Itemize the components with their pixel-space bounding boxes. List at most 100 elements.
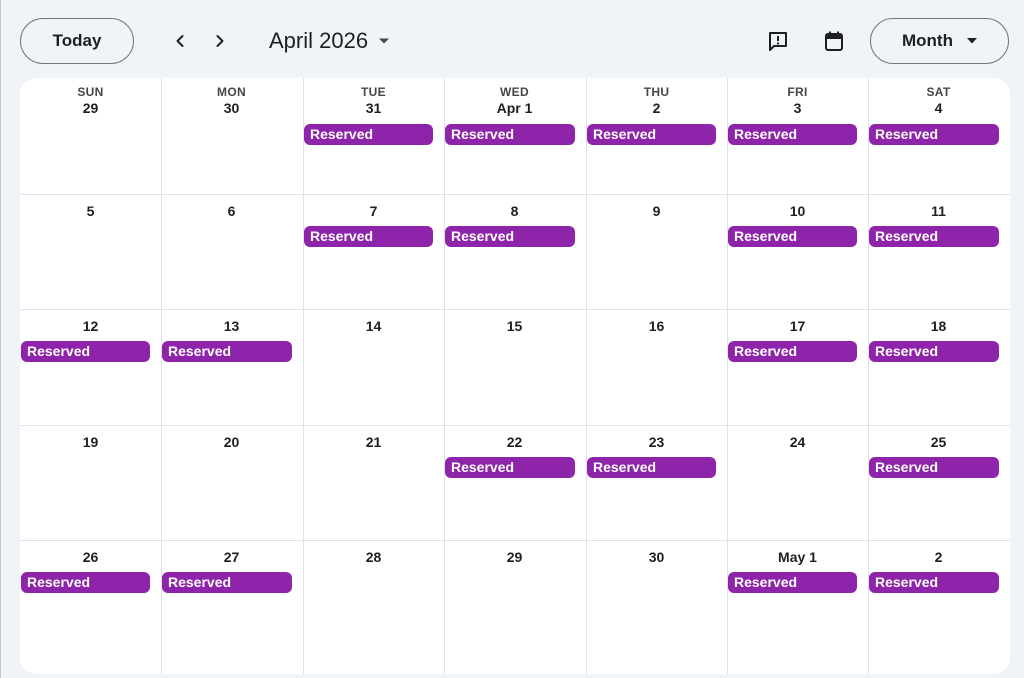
calendar-app: Today April 2026 Month SUN 29 MON 30 TUE… xyxy=(0,0,1024,678)
event-chip[interactable]: Reserved xyxy=(304,124,433,145)
day-cell-header: 30 xyxy=(586,548,727,566)
view-selector-button[interactable]: Month xyxy=(870,18,1009,64)
day-number[interactable]: 27 xyxy=(161,548,302,566)
day-cell-header: 12 xyxy=(20,317,161,335)
event-chip[interactable]: Reserved xyxy=(445,124,575,145)
event-chip[interactable]: Reserved xyxy=(728,124,857,145)
view-selector-label: Month xyxy=(902,31,953,50)
event-chip[interactable]: Reserved xyxy=(445,457,575,478)
day-number[interactable]: 11 xyxy=(868,202,1009,220)
day-number[interactable]: 21 xyxy=(303,433,444,451)
day-cell-header: 28 xyxy=(303,548,444,566)
day-number[interactable]: 17 xyxy=(727,317,868,335)
day-cell-header: 15 xyxy=(444,317,585,335)
event-chip[interactable]: Reserved xyxy=(728,341,857,362)
day-cell-header: 2 xyxy=(868,548,1009,566)
day-number[interactable]: 15 xyxy=(444,317,585,335)
calendar-icon[interactable] xyxy=(817,24,851,58)
day-number[interactable]: 30 xyxy=(161,99,302,117)
day-number[interactable]: 12 xyxy=(20,317,161,335)
day-number[interactable]: 4 xyxy=(868,99,1009,117)
weekday-label: THU xyxy=(643,85,670,99)
day-cell-header: 18 xyxy=(868,317,1009,335)
day-cell-header: 14 xyxy=(303,317,444,335)
chevron-left-icon[interactable] xyxy=(163,24,197,58)
day-number[interactable]: 2 xyxy=(868,548,1009,566)
day-number[interactable]: 24 xyxy=(727,433,868,451)
month-grid: SUN 29 MON 30 TUE 31 Reserved WED Apr 1 Reserved T… xyxy=(20,78,1010,674)
event-chip[interactable]: Reserved xyxy=(445,226,575,247)
day-number[interactable]: 28 xyxy=(303,548,444,566)
grid-column-divider xyxy=(444,78,445,674)
event-chip[interactable]: Reserved xyxy=(869,572,999,593)
day-number[interactable]: 31 xyxy=(303,99,444,117)
day-number[interactable]: 30 xyxy=(586,548,727,566)
day-number[interactable]: 22 xyxy=(444,433,585,451)
event-chip[interactable]: Reserved xyxy=(162,572,292,593)
event-chip[interactable]: Reserved xyxy=(587,457,716,478)
day-cell-header: 24 xyxy=(727,433,868,451)
day-cell-header: 22 xyxy=(444,433,585,451)
day-cell-header: FRI 3 xyxy=(727,85,868,117)
event-chip[interactable]: Reserved xyxy=(869,226,999,247)
day-cell-header: 21 xyxy=(303,433,444,451)
day-cell-header: MON 30 xyxy=(161,85,302,117)
day-cell-header: 13 xyxy=(161,317,302,335)
day-number[interactable]: 8 xyxy=(444,202,585,220)
day-number[interactable]: 29 xyxy=(444,548,585,566)
day-number[interactable]: 7 xyxy=(303,202,444,220)
day-number[interactable]: 9 xyxy=(586,202,727,220)
day-cell-header: 11 xyxy=(868,202,1009,220)
event-chip[interactable]: Reserved xyxy=(587,124,716,145)
day-number[interactable]: 23 xyxy=(586,433,727,451)
grid-row-divider xyxy=(20,194,1010,195)
weekday-label: TUE xyxy=(361,85,386,99)
day-number[interactable]: 25 xyxy=(868,433,1009,451)
day-number[interactable]: May 1 xyxy=(727,548,868,566)
grid-column-divider xyxy=(303,78,304,674)
chevron-right-icon[interactable] xyxy=(203,24,237,58)
day-number[interactable]: 2 xyxy=(586,99,727,117)
month-picker[interactable]: April 2026 xyxy=(269,24,390,58)
event-chip[interactable]: Reserved xyxy=(304,226,433,247)
day-number[interactable]: 6 xyxy=(161,202,302,220)
day-number[interactable]: 5 xyxy=(20,202,161,220)
page-title: April 2026 xyxy=(269,28,369,53)
event-chip[interactable]: Reserved xyxy=(21,572,150,593)
day-number[interactable]: 16 xyxy=(586,317,727,335)
day-cell-header: 16 xyxy=(586,317,727,335)
day-number[interactable]: 14 xyxy=(303,317,444,335)
day-cell-header: 5 xyxy=(20,202,161,220)
event-chip[interactable]: Reserved xyxy=(728,572,857,593)
day-cell-header: SUN 29 xyxy=(20,85,161,117)
event-chip[interactable]: Reserved xyxy=(21,341,150,362)
day-number[interactable]: Apr 1 xyxy=(444,99,585,117)
feedback-icon[interactable] xyxy=(761,24,795,58)
day-number[interactable]: 20 xyxy=(161,433,302,451)
grid-row-divider xyxy=(20,540,1010,541)
day-cell-header: 27 xyxy=(161,548,302,566)
day-number[interactable]: 13 xyxy=(161,317,302,335)
day-cell-header: WED Apr 1 xyxy=(444,85,585,117)
event-chip[interactable]: Reserved xyxy=(869,457,999,478)
day-number[interactable]: 29 xyxy=(20,99,161,117)
grid-row-divider xyxy=(20,425,1010,426)
weekday-label: WED xyxy=(500,85,529,99)
day-number[interactable]: 3 xyxy=(727,99,868,117)
event-chip[interactable]: Reserved xyxy=(869,124,999,145)
day-number[interactable]: 10 xyxy=(727,202,868,220)
day-cell-header: 20 xyxy=(161,433,302,451)
day-number[interactable]: 26 xyxy=(20,548,161,566)
weekday-label: SAT xyxy=(926,85,951,99)
today-button[interactable]: Today xyxy=(20,18,134,64)
event-chip[interactable]: Reserved xyxy=(162,341,292,362)
weekday-label: MON xyxy=(217,85,246,99)
day-cell-header: 7 xyxy=(303,202,444,220)
event-chip[interactable]: Reserved xyxy=(869,341,999,362)
day-number[interactable]: 19 xyxy=(20,433,161,451)
weekday-label: FRI xyxy=(787,85,808,99)
event-chip[interactable]: Reserved xyxy=(728,226,857,247)
day-number[interactable]: 18 xyxy=(868,317,1009,335)
day-cell-header: 8 xyxy=(444,202,585,220)
day-cell-header: 9 xyxy=(586,202,727,220)
